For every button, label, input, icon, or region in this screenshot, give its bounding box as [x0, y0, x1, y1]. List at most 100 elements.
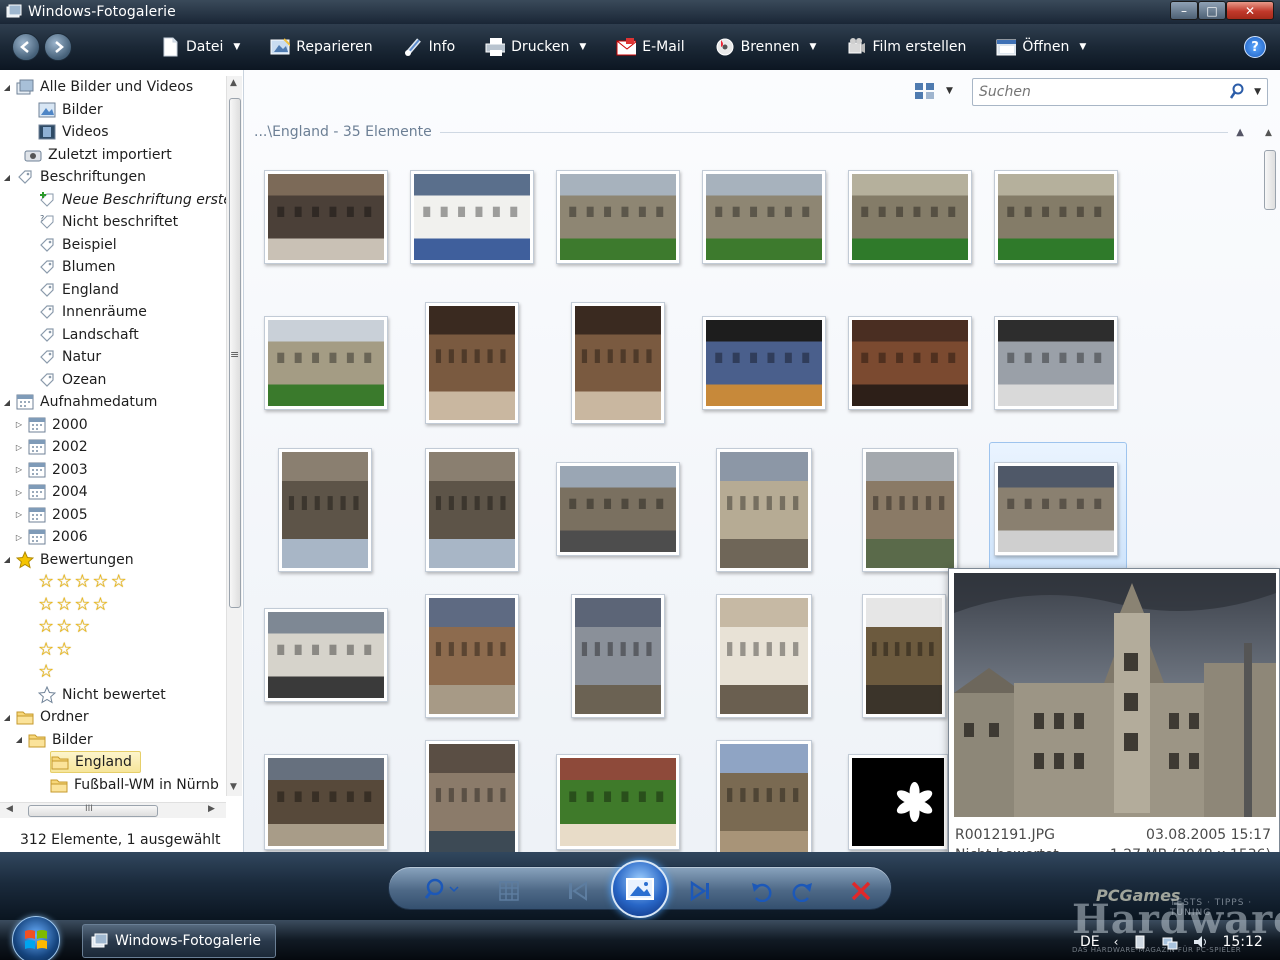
- photo-thumbnail[interactable]: [425, 302, 519, 424]
- expand-arrow-icon[interactable]: ▷: [14, 465, 24, 474]
- toolbar-e-mail-button[interactable]: E-Mail: [608, 32, 692, 62]
- rotate-right-button[interactable]: [792, 876, 814, 906]
- photo-thumbnail[interactable]: [425, 740, 519, 864]
- tree-item-2006[interactable]: ▷ 2006: [14, 526, 88, 548]
- rating-filter-2-stars[interactable]: ☆ ☆: [38, 639, 72, 661]
- slideshow-button[interactable]: [611, 860, 669, 918]
- toolbar-drucken-button[interactable]: Drucken ▼: [477, 32, 594, 62]
- photo-thumbnail[interactable]: [702, 316, 826, 410]
- tree-item-ozean[interactable]: Ozean: [38, 369, 106, 391]
- tray-expand-icon[interactable]: ‹: [1114, 935, 1119, 949]
- photo-thumbnail[interactable]: [848, 170, 972, 264]
- photo-thumbnail[interactable]: [556, 754, 680, 850]
- tree-item-alle-bilder-und-videos[interactable]: ◢ Alle Bilder und Videos: [2, 76, 193, 98]
- photo-thumbnail[interactable]: [264, 754, 388, 850]
- maximize-button[interactable]: □: [1198, 1, 1226, 20]
- photo-thumbnail[interactable]: [716, 448, 812, 572]
- toolbar-öffnen-button[interactable]: Öffnen ▼: [988, 32, 1094, 62]
- toolbar-info-button[interactable]: Info: [395, 32, 464, 62]
- tree-item-nicht-beschriftet[interactable]: ? Nicht beschriftet: [38, 211, 178, 233]
- rotate-left-button[interactable]: [750, 876, 772, 906]
- tree-item-england[interactable]: England: [38, 279, 119, 301]
- expand-arrow-icon[interactable]: ▷: [14, 533, 24, 542]
- collapse-arrow-icon[interactable]: ◢: [2, 173, 12, 182]
- tree-item-videos[interactable]: Videos: [38, 121, 109, 143]
- grid-scroll-up-arrow[interactable]: ▲: [1265, 128, 1272, 138]
- toolbar-brennen-button[interactable]: Brennen ▼: [707, 32, 825, 62]
- tree-item-landschaft[interactable]: Landschaft: [38, 324, 139, 346]
- photo-thumbnail[interactable]: [848, 754, 948, 850]
- photo-thumbnail[interactable]: [556, 462, 680, 556]
- tree-item-fußball-wm-in-nürnb[interactable]: Fußball-WM in Nürnb: [50, 774, 219, 796]
- photo-thumbnail[interactable]: [994, 170, 1118, 264]
- tree-item-bilder[interactable]: Bilder: [38, 99, 103, 121]
- photo-thumbnail[interactable]: [716, 594, 812, 718]
- close-button[interactable]: ✕: [1226, 1, 1274, 20]
- search-icon[interactable]: [1229, 83, 1245, 105]
- rating-filter-4-stars[interactable]: ☆ ☆ ☆ ☆: [38, 594, 109, 616]
- tree-item-bilder[interactable]: ◢ Bilder: [14, 729, 93, 751]
- actual-size-button[interactable]: [498, 876, 520, 906]
- collapse-arrow-icon[interactable]: ◢: [2, 555, 12, 564]
- volume-icon[interactable]: [1192, 934, 1208, 950]
- collapse-arrow-icon[interactable]: ◢: [2, 398, 12, 407]
- minimize-button[interactable]: –: [1170, 1, 1198, 20]
- safely-remove-icon[interactable]: [1132, 934, 1148, 950]
- tree-item-nicht-bewertet[interactable]: Nicht bewertet: [38, 684, 166, 706]
- tree-item-natur[interactable]: Natur: [38, 346, 101, 368]
- tree-item-england[interactable]: England: [50, 751, 141, 773]
- forward-button[interactable]: [44, 33, 72, 61]
- photo-thumbnail[interactable]: [994, 462, 1118, 556]
- help-button[interactable]: ?: [1244, 36, 1266, 58]
- tree-item-innenräume[interactable]: Innenräume: [38, 301, 147, 323]
- tree-item-2005[interactable]: ▷ 2005: [14, 504, 88, 526]
- previous-button[interactable]: [566, 876, 590, 906]
- clock[interactable]: 15:12: [1222, 934, 1262, 950]
- photo-thumbnail[interactable]: [278, 448, 372, 572]
- tree-item-2004[interactable]: ▷ 2004: [14, 481, 88, 503]
- photo-thumbnail[interactable]: [702, 170, 826, 264]
- tree-item-beschriftungen[interactable]: ◢ Beschriftungen: [2, 166, 146, 188]
- delete-button[interactable]: [850, 876, 872, 906]
- tree-horizontal-scrollbar[interactable]: ◀ III ▶: [0, 802, 226, 818]
- scroll-down-arrow[interactable]: ▼: [230, 782, 237, 792]
- search-box[interactable]: ▼: [972, 78, 1268, 106]
- tree-item-2003[interactable]: ▷ 2003: [14, 459, 88, 481]
- photo-thumbnail[interactable]: [848, 316, 972, 410]
- network-icon[interactable]: [1162, 934, 1178, 950]
- grid-scroll-thumb[interactable]: [1264, 150, 1276, 210]
- collapse-arrow-icon[interactable]: ◢: [14, 735, 24, 744]
- rating-filter-3-stars[interactable]: ☆ ☆ ☆: [38, 616, 90, 638]
- tree-item-beispiel[interactable]: Beispiel: [38, 234, 117, 256]
- photo-thumbnail[interactable]: [716, 740, 812, 864]
- tree-item-bewertungen[interactable]: ◢ Bewertungen: [2, 549, 134, 571]
- photo-thumbnail[interactable]: [264, 608, 388, 702]
- toolbar-datei-button[interactable]: Datei ▼: [152, 32, 248, 62]
- search-input[interactable]: [979, 84, 1219, 100]
- tree-item-ordner[interactable]: ◢ Ordner: [2, 706, 89, 728]
- tree-item-blumen[interactable]: Blumen: [38, 256, 116, 278]
- expand-arrow-icon[interactable]: ▷: [14, 488, 24, 497]
- scroll-right-arrow[interactable]: ▶: [208, 804, 215, 814]
- language-indicator[interactable]: DE: [1080, 934, 1100, 950]
- rating-filter-5-stars[interactable]: ☆ ☆ ☆ ☆ ☆: [38, 571, 127, 593]
- photo-thumbnail[interactable]: [264, 170, 388, 264]
- tree-vertical-scrollbar[interactable]: ▲ ≡ ▼: [226, 76, 242, 796]
- scroll-up-arrow[interactable]: ▲: [230, 78, 237, 88]
- tree-item-2002[interactable]: ▷ 2002: [14, 436, 88, 458]
- expand-arrow-icon[interactable]: ▷: [14, 420, 24, 429]
- view-options-button[interactable]: ▼: [914, 82, 953, 100]
- tree-item-zuletzt-importiert[interactable]: Zuletzt importiert: [24, 144, 172, 166]
- photo-thumbnail[interactable]: [425, 594, 519, 718]
- photo-thumbnail[interactable]: [862, 594, 946, 718]
- photo-thumbnail[interactable]: [571, 594, 665, 718]
- tree-item-2000[interactable]: ▷ 2000: [14, 414, 88, 436]
- photo-thumbnail[interactable]: [264, 316, 388, 410]
- collapse-group-button[interactable]: ▲: [1236, 127, 1244, 138]
- photo-thumbnail[interactable]: [410, 170, 534, 264]
- start-button[interactable]: [12, 916, 60, 960]
- tree-item-aufnahmedatum[interactable]: ◢ Aufnahmedatum: [2, 391, 158, 413]
- taskbar-item-photo-gallery[interactable]: Windows-Fotogalerie: [82, 924, 276, 958]
- photo-thumbnail[interactable]: [571, 302, 665, 424]
- photo-thumbnail[interactable]: [556, 170, 680, 264]
